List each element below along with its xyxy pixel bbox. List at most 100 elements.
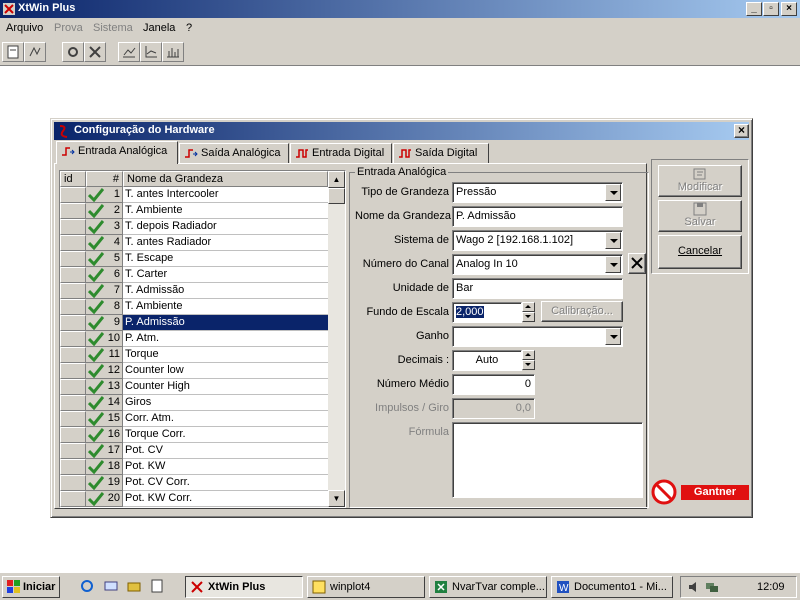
table-row[interactable]: 2 T. Ambiente: [60, 203, 328, 219]
tb-chart1-button[interactable]: [118, 42, 140, 62]
dialog-title-bar[interactable]: Configuração do Hardware: [54, 122, 749, 140]
tb-chart3-button[interactable]: [162, 42, 184, 62]
spin-up-icon[interactable]: [522, 350, 535, 360]
table-row[interactable]: 13 Counter High: [60, 379, 328, 395]
table-row[interactable]: 5 T. Escape: [60, 251, 328, 267]
table-row[interactable]: 19 Pot. CV Corr.: [60, 475, 328, 491]
scroll-down-button[interactable]: ▼: [328, 490, 345, 507]
table-row[interactable]: 18 Pot. KW: [60, 459, 328, 475]
row-id-cell[interactable]: [60, 331, 86, 347]
row-id-cell[interactable]: [60, 283, 86, 299]
row-id-cell[interactable]: [60, 219, 86, 235]
row-id-cell[interactable]: [60, 203, 86, 219]
tb-chart2-button[interactable]: [140, 42, 162, 62]
table-row[interactable]: 16 Torque Corr.: [60, 427, 328, 443]
tb-config-button[interactable]: [62, 42, 84, 62]
table-row[interactable]: 17 Pot. CV: [60, 443, 328, 459]
scroll-thumb[interactable]: [328, 188, 345, 204]
row-id-cell[interactable]: [60, 299, 86, 315]
row-name-cell[interactable]: Counter High: [123, 379, 328, 395]
row-name-cell[interactable]: T. Ambiente: [123, 203, 328, 219]
tab-saida-analogica[interactable]: Saída Analógica: [179, 143, 289, 163]
row-name-cell[interactable]: Corr. Atm.: [123, 411, 328, 427]
chevron-down-icon[interactable]: [605, 328, 621, 345]
row-name-cell[interactable]: T. Escape: [123, 251, 328, 267]
table-row[interactable]: 20 Pot. KW Corr.: [60, 491, 328, 507]
tipo-select[interactable]: Pressão: [452, 182, 623, 203]
row-id-cell[interactable]: [60, 491, 86, 507]
row-name-cell[interactable]: T. Ambiente: [123, 299, 328, 315]
row-id-cell[interactable]: [60, 475, 86, 491]
row-name-cell[interactable]: T. Admissão: [123, 283, 328, 299]
row-name-cell[interactable]: Pot. CV: [123, 443, 328, 459]
row-id-cell[interactable]: [60, 235, 86, 251]
table-row[interactable]: 14 Giros: [60, 395, 328, 411]
start-button[interactable]: Iniciar: [2, 576, 60, 598]
outlook-icon[interactable]: [104, 579, 118, 593]
row-name-cell[interactable]: Torque Corr.: [123, 427, 328, 443]
volume-icon[interactable]: [687, 580, 701, 594]
menu-prova[interactable]: Prova: [54, 22, 83, 34]
table-row[interactable]: 4 T. antes Radiador: [60, 235, 328, 251]
menu-sistema[interactable]: Sistema: [93, 22, 133, 34]
explorer-icon[interactable]: [127, 579, 141, 593]
row-name-cell[interactable]: P. Admissão: [123, 315, 328, 331]
table-row[interactable]: 1 T. antes Intercooler: [60, 187, 328, 203]
row-name-cell[interactable]: Pot. CV Corr.: [123, 475, 328, 491]
medio-input[interactable]: 0: [452, 374, 535, 395]
table-row[interactable]: 6 T. Carter: [60, 267, 328, 283]
tab-saida-digital[interactable]: Saída Digital: [393, 143, 489, 163]
row-id-cell[interactable]: [60, 427, 86, 443]
row-id-cell[interactable]: [60, 395, 86, 411]
table-row[interactable]: 9 P. Admissão: [60, 315, 328, 331]
table-row[interactable]: 15 Corr. Atm.: [60, 411, 328, 427]
table-row[interactable]: 11 Torque: [60, 347, 328, 363]
row-name-cell[interactable]: T. Carter: [123, 267, 328, 283]
calibracao-button[interactable]: Calibração...: [541, 301, 623, 322]
app-title-bar[interactable]: XtWin Plus _ ▫ ×: [0, 0, 800, 18]
tb-edit-button[interactable]: [24, 42, 46, 62]
table-row[interactable]: 10 P. Atm.: [60, 331, 328, 347]
row-name-cell[interactable]: Giros: [123, 395, 328, 411]
salvar-button[interactable]: Salvar: [658, 200, 742, 232]
row-id-cell[interactable]: [60, 379, 86, 395]
tb-tools-button[interactable]: [84, 42, 106, 62]
ganho-select[interactable]: [452, 326, 623, 347]
row-name-cell[interactable]: Torque: [123, 347, 328, 363]
tab-entrada-digital[interactable]: Entrada Digital: [290, 143, 392, 163]
row-id-cell[interactable]: [60, 443, 86, 459]
task-excel[interactable]: NvarTvar comple...: [429, 576, 547, 598]
grid-scrollbar[interactable]: ▲ ▼: [328, 171, 345, 507]
spin-down-icon[interactable]: [522, 360, 535, 370]
canal-select[interactable]: Analog In 10: [452, 254, 623, 275]
ie-icon[interactable]: [80, 579, 94, 593]
fundo-stepper[interactable]: [522, 302, 535, 323]
row-id-cell[interactable]: [60, 363, 86, 379]
chevron-down-icon[interactable]: [605, 232, 621, 249]
scroll-up-button[interactable]: ▲: [328, 171, 345, 188]
row-name-cell[interactable]: P. Atm.: [123, 331, 328, 347]
quantities-grid[interactable]: id # Nome da Grandeza 1 T. antes Intercoo…: [59, 170, 346, 508]
row-id-cell[interactable]: [60, 347, 86, 363]
formula-textarea[interactable]: [452, 422, 643, 498]
header-number[interactable]: #: [86, 171, 123, 187]
cancelar-button[interactable]: Cancelar: [658, 235, 742, 269]
tab-entrada-analogica[interactable]: Entrada Analógica: [56, 141, 178, 164]
decimais-stepper[interactable]: [522, 350, 535, 371]
modificar-button[interactable]: Modificar: [658, 165, 742, 197]
task-xtwin[interactable]: XtWin Plus: [185, 576, 303, 598]
header-id[interactable]: id: [60, 171, 86, 187]
minimize-button[interactable]: _: [746, 2, 762, 16]
row-id-cell[interactable]: [60, 187, 86, 203]
menu-arquivo[interactable]: Arquivo: [6, 22, 43, 34]
row-name-cell[interactable]: T. antes Radiador: [123, 235, 328, 251]
spin-up-icon[interactable]: [522, 302, 535, 312]
spin-down-icon[interactable]: [522, 312, 535, 322]
impulsos-input[interactable]: 0,0: [452, 398, 535, 419]
chevron-down-icon[interactable]: [605, 256, 621, 273]
nome-input[interactable]: P. Admissão: [452, 206, 623, 227]
table-row[interactable]: 7 T. Admissão: [60, 283, 328, 299]
row-id-cell[interactable]: [60, 251, 86, 267]
menu-help[interactable]: ?: [186, 22, 192, 34]
header-name[interactable]: Nome da Grandeza: [123, 171, 328, 187]
